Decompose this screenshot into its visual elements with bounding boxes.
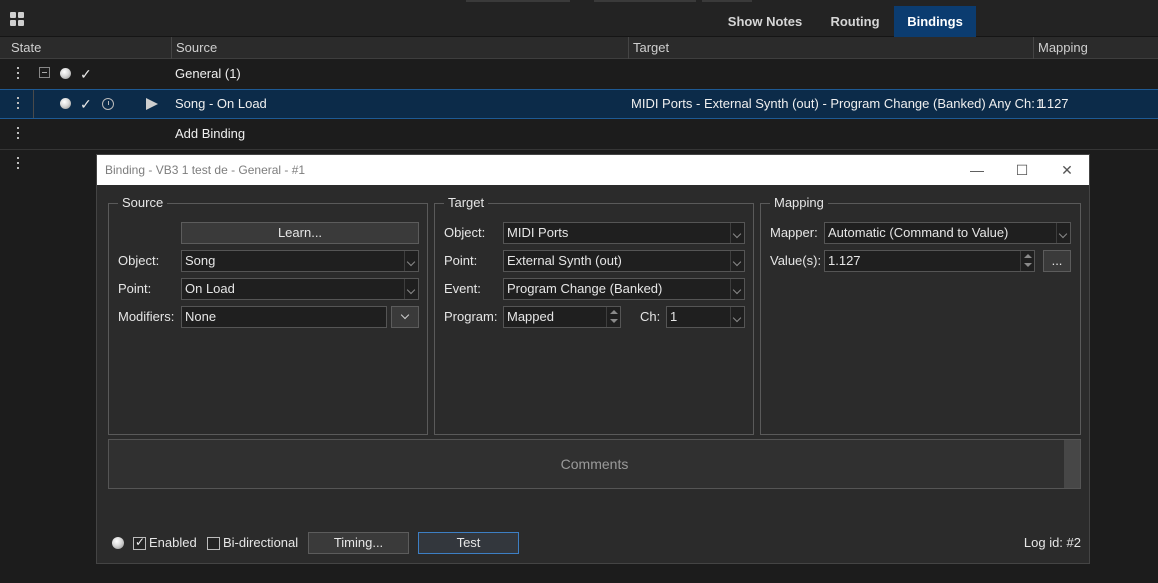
enabled-checkbox[interactable]: [133, 535, 146, 550]
chevron-down-icon: [730, 223, 744, 243]
tab-strip-edge: [594, 0, 696, 2]
source-point-label: Point:: [118, 281, 152, 296]
target-point-label: Point:: [444, 253, 478, 268]
learn-button[interactable]: Learn...: [181, 222, 419, 244]
group-name: General (1): [175, 66, 241, 81]
target-group-title: Target: [444, 195, 489, 211]
mapping-group: Mapping Mapper: Automatic (Command to Va…: [760, 195, 1081, 435]
comments-placeholder: Comments: [560, 456, 629, 472]
drag-handle-icon[interactable]: [17, 67, 21, 81]
tab-show-notes[interactable]: Show Notes: [715, 6, 815, 37]
status-light-icon: [60, 68, 71, 79]
dialog-title: Binding - VB3 1 test de - General - #1: [97, 155, 1089, 185]
bidirectional-label[interactable]: Bi-directional: [223, 532, 298, 554]
chevron-down-icon: [404, 251, 418, 271]
source-point-select[interactable]: On Load: [181, 278, 419, 300]
column-header-target[interactable]: Target: [628, 37, 1033, 59]
close-icon[interactable]: ✕: [1044, 155, 1090, 185]
status-light-icon: [112, 537, 124, 549]
values-spinbox[interactable]: 1.127: [824, 250, 1035, 272]
spinner-icon[interactable]: [606, 307, 620, 327]
status-light-icon: [60, 98, 71, 109]
add-binding-link[interactable]: Add Binding: [175, 119, 245, 149]
modifiers-field[interactable]: None: [181, 306, 387, 328]
table-row-binding[interactable]: ✓ Song - On Load MIDI Ports - External S…: [0, 89, 1158, 119]
values-label: Value(s):: [770, 253, 822, 268]
mapper-label: Mapper:: [770, 225, 818, 240]
column-header-source[interactable]: Source: [171, 37, 628, 59]
spinner-icon[interactable]: [1020, 251, 1034, 271]
minimize-icon[interactable]: —: [954, 155, 1000, 185]
divider: [0, 149, 1158, 150]
target-point-select[interactable]: External Synth (out): [503, 250, 745, 272]
log-id: Log id: #2: [1023, 535, 1081, 550]
maximize-icon[interactable]: ☐: [999, 155, 1045, 185]
grid-view-icon[interactable]: [10, 12, 26, 28]
modifiers-value: None: [185, 309, 217, 324]
target-object-label: Object:: [444, 225, 486, 240]
enabled-check-icon: ✓: [80, 96, 92, 112]
comments-scrollbar[interactable]: [1064, 440, 1080, 488]
target-event-select[interactable]: Program Change (Banked): [503, 278, 745, 300]
table-header: State Source Target Mapping: [0, 37, 1158, 59]
timer-icon: [102, 98, 114, 110]
binding-mapping: 1.127: [1036, 96, 1069, 111]
target-event-label: Event:: [444, 281, 481, 296]
comments-area[interactable]: Comments: [108, 439, 1081, 489]
program-value: Mapped: [507, 309, 554, 324]
values-more-button[interactable]: ...: [1043, 250, 1071, 272]
drag-handle-icon[interactable]: [17, 127, 21, 141]
bidirectional-checkbox[interactable]: [207, 537, 220, 550]
source-object-value: Song: [185, 253, 216, 268]
enabled-label[interactable]: Enabled: [149, 532, 197, 554]
source-point-value: On Load: [185, 281, 235, 296]
channel-value: 1: [670, 309, 678, 324]
table-row-add[interactable]: Add Binding: [0, 119, 1158, 149]
source-group-title: Source: [118, 195, 168, 211]
target-group: Target Object: MIDI Ports Point: Externa…: [434, 195, 754, 435]
column-header-mapping[interactable]: Mapping: [1033, 37, 1158, 59]
source-object-select[interactable]: Song: [181, 250, 419, 272]
tab-routing[interactable]: Routing: [818, 6, 892, 37]
channel-label: Ch:: [640, 309, 661, 324]
drag-handle-icon[interactable]: [17, 97, 21, 111]
mapping-group-title: Mapping: [770, 195, 828, 211]
binding-source: Song - On Load: [175, 96, 267, 111]
mapper-select[interactable]: Automatic (Command to Value): [824, 222, 1071, 244]
enabled-check-icon: ✓: [80, 66, 92, 82]
modifiers-dropdown-button[interactable]: [391, 306, 419, 328]
binding-dialog: Binding - VB3 1 test de - General - #1 —…: [96, 154, 1090, 564]
source-group: Source Learn... Object: Song Point: On L…: [108, 195, 428, 435]
binding-target: MIDI Ports - External Synth (out) - Prog…: [631, 96, 1046, 111]
tab-strip-edge: [702, 0, 752, 2]
target-object-value: MIDI Ports: [507, 225, 569, 240]
top-toolbar: Show Notes Routing Bindings: [0, 0, 1158, 37]
channel-select[interactable]: 1: [666, 306, 745, 328]
chevron-down-icon: [400, 310, 410, 320]
source-object-label: Object:: [118, 253, 160, 268]
tab-bindings[interactable]: Bindings: [894, 6, 976, 37]
chevron-down-icon: [730, 251, 744, 271]
chevron-down-icon: [730, 307, 744, 327]
column-header-state[interactable]: State: [7, 37, 171, 59]
collapse-icon[interactable]: [39, 67, 50, 78]
target-point-value: External Synth (out): [507, 253, 622, 268]
test-button[interactable]: Test: [418, 532, 519, 554]
chevron-down-icon: [404, 279, 418, 299]
drag-handle-icon[interactable]: [17, 157, 21, 171]
tab-strip-edge: [466, 0, 570, 2]
timing-button[interactable]: Timing...: [308, 532, 409, 554]
program-spinbox[interactable]: Mapped: [503, 306, 621, 328]
table-row-group[interactable]: ✓ General (1): [0, 59, 1158, 89]
indent-line: [33, 90, 34, 118]
values-value: 1.127: [828, 253, 861, 268]
chevron-down-icon: [1056, 223, 1070, 243]
target-object-select[interactable]: MIDI Ports: [503, 222, 745, 244]
modifiers-label: Modifiers:: [118, 309, 175, 324]
program-label: Program:: [444, 309, 498, 324]
play-icon[interactable]: [146, 98, 158, 110]
target-event-value: Program Change (Banked): [507, 281, 663, 296]
mapper-value: Automatic (Command to Value): [828, 225, 1009, 240]
chevron-down-icon: [730, 279, 744, 299]
